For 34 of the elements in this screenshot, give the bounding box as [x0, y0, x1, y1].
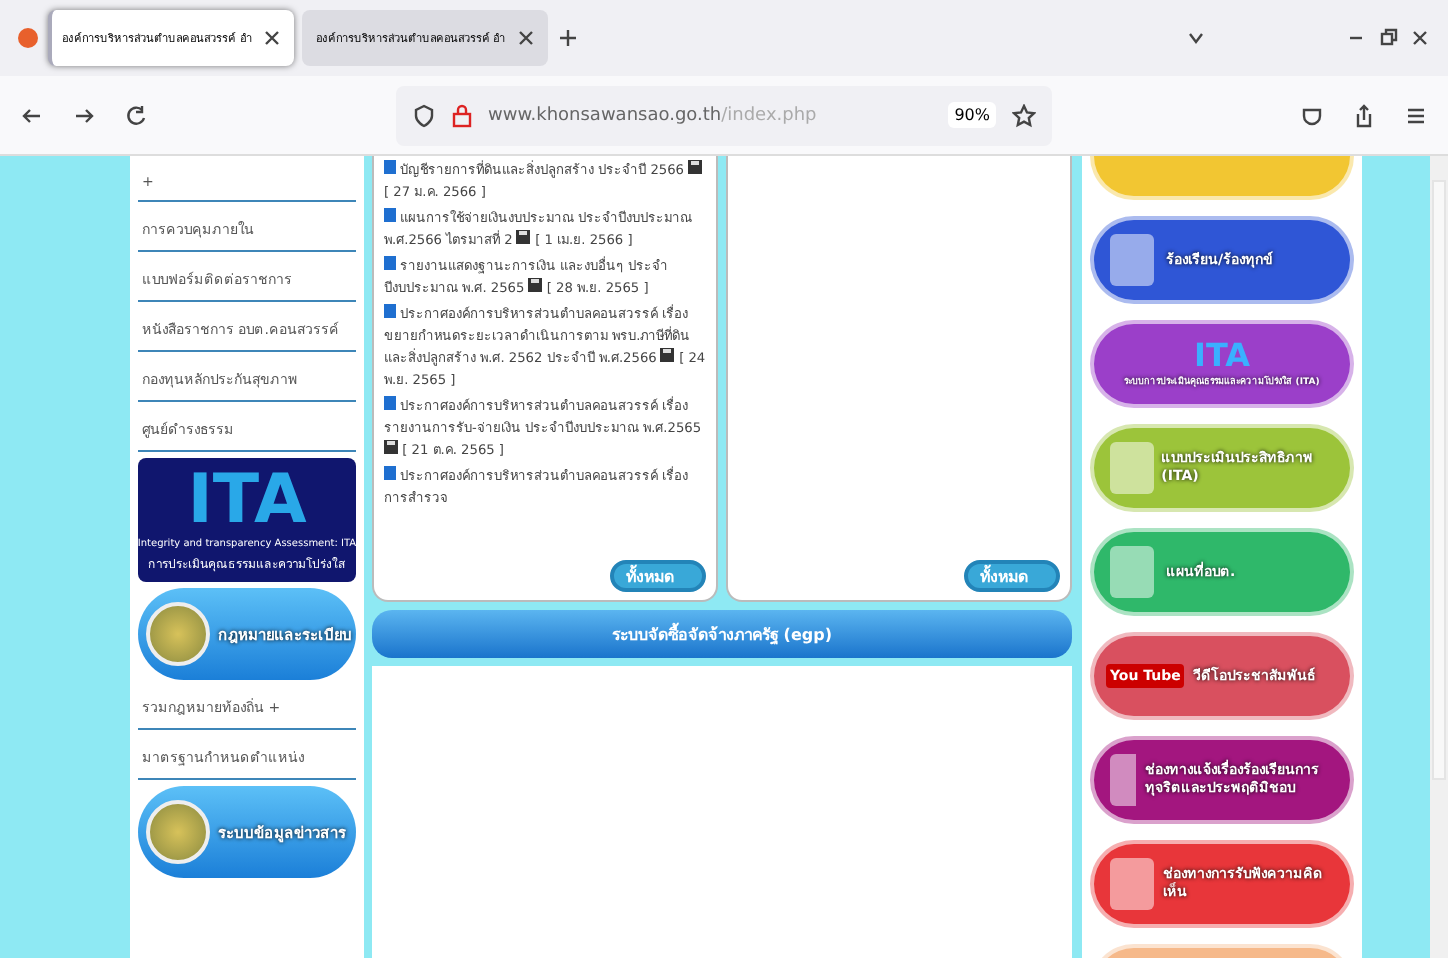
document-icon: [384, 466, 396, 480]
ita-logo: ITA: [1193, 336, 1250, 374]
plus-icon[interactable]: [555, 26, 580, 50]
scrollbar[interactable]: [1430, 156, 1448, 958]
star-icon[interactable]: [1012, 103, 1036, 127]
illustration-icon: [1106, 542, 1158, 602]
document-icon: [384, 304, 396, 318]
close-icon[interactable]: [513, 26, 538, 50]
share-icon[interactable]: [1352, 103, 1376, 127]
lock-icon: [452, 103, 472, 127]
document-icon: [384, 256, 396, 270]
illustration-icon: [1106, 854, 1156, 914]
ita-logo: ITA: [187, 466, 307, 534]
restore-icon[interactable]: [1376, 26, 1400, 50]
document-icon: [384, 396, 396, 410]
emblem-icon: [146, 602, 210, 666]
illustration-icon: [1106, 750, 1137, 810]
address-bar[interactable]: www.khonsawansao.go.th/index.php 90%: [396, 85, 1052, 145]
url-text: www.khonsawansao.go.th/index.php: [488, 105, 817, 125]
zoom-level[interactable]: 90%: [948, 102, 996, 128]
forward-arrow-icon[interactable]: [72, 103, 96, 127]
illustration-icon: [1106, 230, 1158, 290]
document-icon: [384, 160, 396, 174]
reload-icon[interactable]: [124, 103, 148, 127]
back-arrow-icon[interactable]: [20, 103, 44, 127]
illustration-icon: [1106, 438, 1154, 498]
browser-logo-icon: [16, 26, 40, 50]
close-icon[interactable]: [1408, 26, 1432, 50]
document-icon: [384, 208, 396, 222]
emblem-icon: [146, 800, 210, 864]
shield-icon[interactable]: [412, 103, 436, 127]
menu-icon[interactable]: [1404, 103, 1428, 127]
close-icon[interactable]: [259, 26, 284, 50]
pocket-icon[interactable]: [1300, 103, 1324, 127]
